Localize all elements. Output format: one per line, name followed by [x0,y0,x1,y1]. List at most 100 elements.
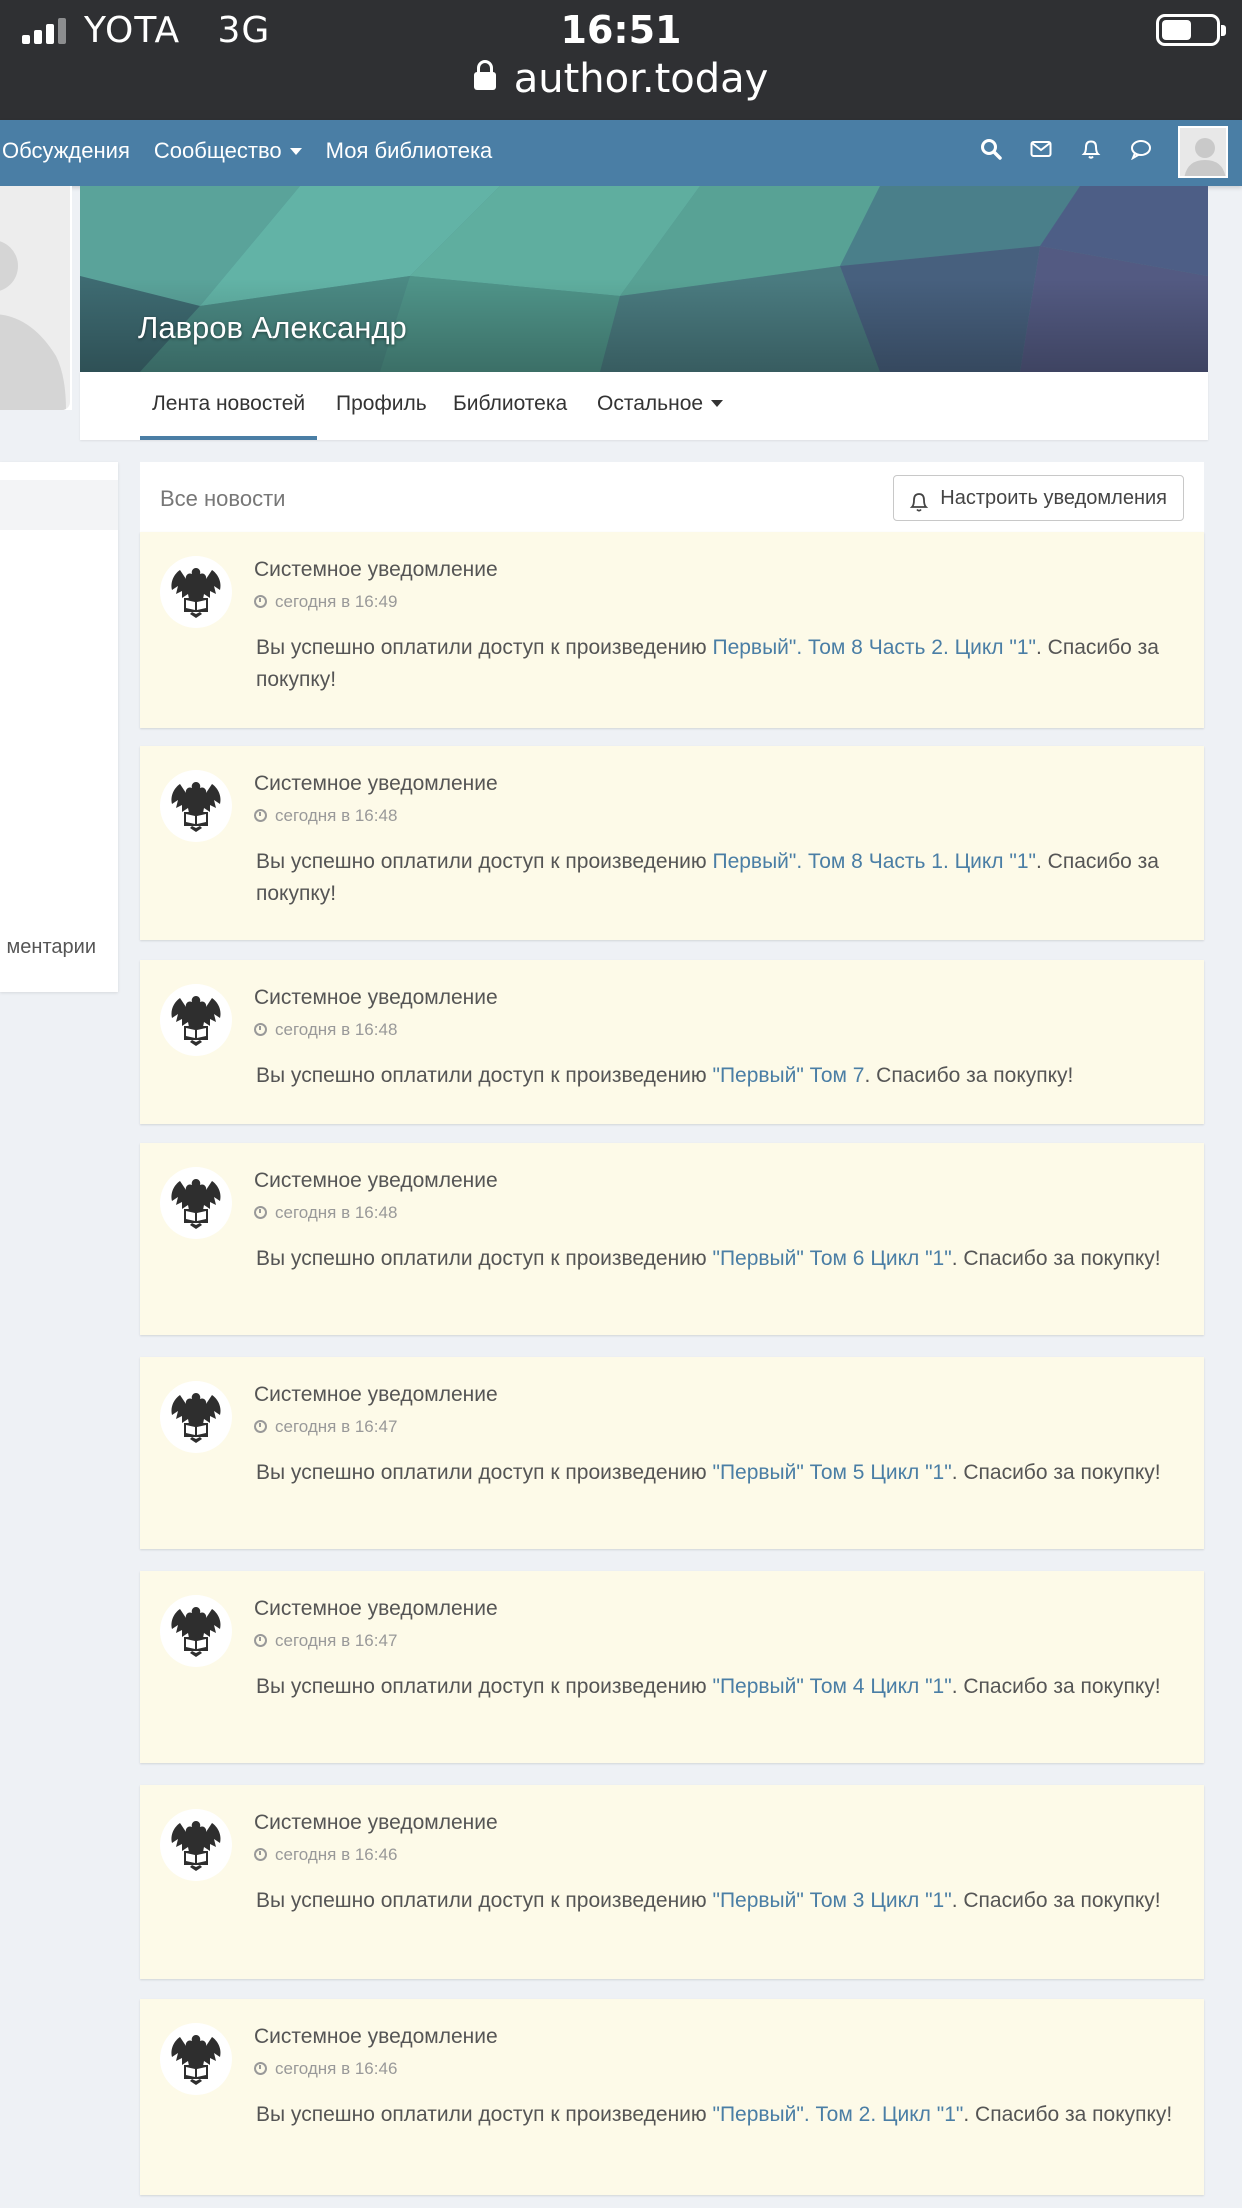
caret-down-icon [711,400,724,407]
avatar-placeholder-icon [0,186,70,410]
tab-news-feed[interactable]: Лента новостей [140,392,318,440]
notification-message: Вы успешно оплатили доступ к произведени… [256,1243,1176,1275]
notification-message: Вы успешно оплатили доступ к произведени… [256,632,1176,696]
notification-time-text: сегодня в 16:49 [275,592,398,611]
notification-author[interactable]: Системное уведомление [254,1169,498,1193]
mail-icon[interactable] [1030,138,1052,160]
work-link[interactable]: "Первый" Том 3 Цикл "1" [712,1889,951,1912]
notification-message: Вы успешно оплатили доступ к произведени… [256,1671,1176,1703]
work-link[interactable]: "Первый" Том 6 Цикл "1" [712,1247,951,1270]
tab-profile[interactable]: Профиль [336,392,427,416]
system-avatar-icon[interactable] [160,556,232,628]
clock: 16:51 [560,8,682,52]
nav-link-community[interactable]: Сообщество [154,138,302,164]
message-text: Вы успешно оплатили доступ к произведени… [256,1889,713,1912]
clock-icon [254,2062,267,2075]
notification-time: сегодня в 16:47 [254,1417,397,1437]
notification-author[interactable]: Системное уведомление [254,2025,498,2049]
notification-time-text: сегодня в 16:47 [275,1631,398,1650]
nav-link-community-label: Сообщество [153,138,282,163]
notification-time-text: сегодня в 16:48 [275,1203,398,1222]
notification-message: Вы успешно оплатили доступ к произведени… [256,1060,1176,1092]
nav-link-my-library[interactable]: Моя библиотека [326,138,493,164]
url-text: author.today [513,56,769,102]
status-bar: YOTA 3G 16:51 author.today [0,0,1242,120]
message-suffix: . Спасибо за покупку! [951,1675,1161,1698]
configure-notifications-button[interactable]: Настроить уведомления [893,475,1184,521]
battery-icon [1156,14,1226,46]
notification-time-text: сегодня в 16:46 [275,1845,398,1864]
system-avatar-icon[interactable] [160,2023,232,2095]
notification-author[interactable]: Системное уведомление [254,558,498,582]
notification-message: Вы успешно оплатили доступ к произведени… [256,1885,1176,1917]
work-link[interactable]: "Первый" Том 7 [712,1064,864,1087]
system-avatar-icon[interactable] [160,984,232,1056]
clock-icon [254,1023,267,1036]
nav-link-discussions[interactable]: Обсуждения [2,138,130,164]
tab-other[interactable]: Остальное [597,392,724,416]
message-suffix: . Спасибо за покупку! [864,1064,1074,1087]
message-text: Вы успешно оплатили доступ к произведени… [256,850,713,873]
tab-library[interactable]: Библиотека [453,392,567,416]
message-text: Вы успешно оплатили доступ к произведени… [256,1461,713,1484]
caret-down-icon [289,148,302,155]
feed-title: Все новости [160,486,286,511]
sidebar-active-item[interactable] [0,480,118,530]
profile-tabs: Лента новостей Профиль Библиотека Осталь… [80,372,1208,440]
bell-icon[interactable] [1080,138,1102,160]
message-text: Вы успешно оплатили доступ к произведени… [256,1675,713,1698]
system-avatar-icon[interactable] [160,1167,232,1239]
notification-message: Вы успешно оплатили доступ к произведени… [256,2099,1176,2131]
profile-avatar[interactable] [0,186,72,410]
system-avatar-icon[interactable] [160,1809,232,1881]
search-icon[interactable] [980,138,1002,160]
profile-name: Лавров Александр [138,310,407,345]
message-suffix: . Спасибо за покупку! [963,2103,1173,2126]
work-link[interactable]: "Первый". Том 2. Цикл "1" [712,2103,963,2126]
notification-card: Системное уведомление сегодня в 16:46 Вы у… [140,1785,1204,1979]
clock-icon [254,595,267,608]
configure-notifications-label: Настроить уведомления [940,487,1167,509]
system-avatar-icon[interactable] [160,1595,232,1667]
work-link[interactable]: "Первый" Том 5 Цикл "1" [712,1461,951,1484]
notification-card: Системное уведомление сегодня в 16:48 Вы у… [140,1143,1204,1335]
clock-icon [254,1634,267,1647]
feed-header: Все новости Настроить уведомления [140,462,1204,532]
message-text: Вы успешно оплатили доступ к произведени… [256,2103,713,2126]
notification-card: Системное уведомление сегодня в 16:46 Вы у… [140,1999,1204,2195]
notification-time: сегодня в 16:48 [254,1020,397,1040]
work-link[interactable]: Первый". Том 8 Часть 2. Цикл "1" [712,636,1036,659]
message-suffix: . Спасибо за покупку! [951,1889,1161,1912]
notification-card: Системное уведомление сегодня в 16:47 Вы у… [140,1571,1204,1763]
notification-author[interactable]: Системное уведомление [254,1811,498,1835]
notification-author[interactable]: Системное уведомление [254,772,498,796]
notification-time: сегодня в 16:46 [254,1845,397,1865]
system-avatar-icon[interactable] [160,770,232,842]
notification-author[interactable]: Системное уведомление [254,986,498,1010]
notification-time-text: сегодня в 16:48 [275,1020,398,1039]
sidebar-item-comments[interactable]: ментарии [7,936,96,959]
work-link[interactable]: "Первый" Том 4 Цикл "1" [712,1675,951,1698]
notification-time-text: сегодня в 16:46 [275,2059,398,2078]
notification-card: Системное уведомление сегодня в 16:48 Вы у… [140,960,1204,1124]
notification-card: Системное уведомление сегодня в 16:49 Вы у… [140,532,1204,728]
notification-time: сегодня в 16:46 [254,2059,397,2079]
clock-icon [254,1848,267,1861]
notification-time: сегодня в 16:47 [254,1631,397,1651]
notification-author[interactable]: Системное уведомление [254,1597,498,1621]
notification-time: сегодня в 16:48 [254,806,397,826]
notification-card: Системное уведомление сегодня в 16:48 Вы у… [140,746,1204,940]
message-suffix: . Спасибо за покупку! [951,1247,1161,1270]
bell-icon [908,486,930,512]
system-avatar-icon[interactable] [160,1381,232,1453]
chat-icon[interactable] [1130,138,1152,161]
clock-icon [254,1420,267,1433]
address-bar[interactable]: author.today [0,56,1242,102]
lock-icon [473,60,496,90]
user-avatar[interactable] [1178,126,1228,178]
notification-time-text: сегодня в 16:47 [275,1417,398,1436]
message-suffix: . Спасибо за покупку! [951,1461,1161,1484]
message-text: Вы успешно оплатили доступ к произведени… [256,636,713,659]
work-link[interactable]: Первый". Том 8 Часть 1. Цикл "1" [712,850,1036,873]
notification-author[interactable]: Системное уведомление [254,1383,498,1407]
